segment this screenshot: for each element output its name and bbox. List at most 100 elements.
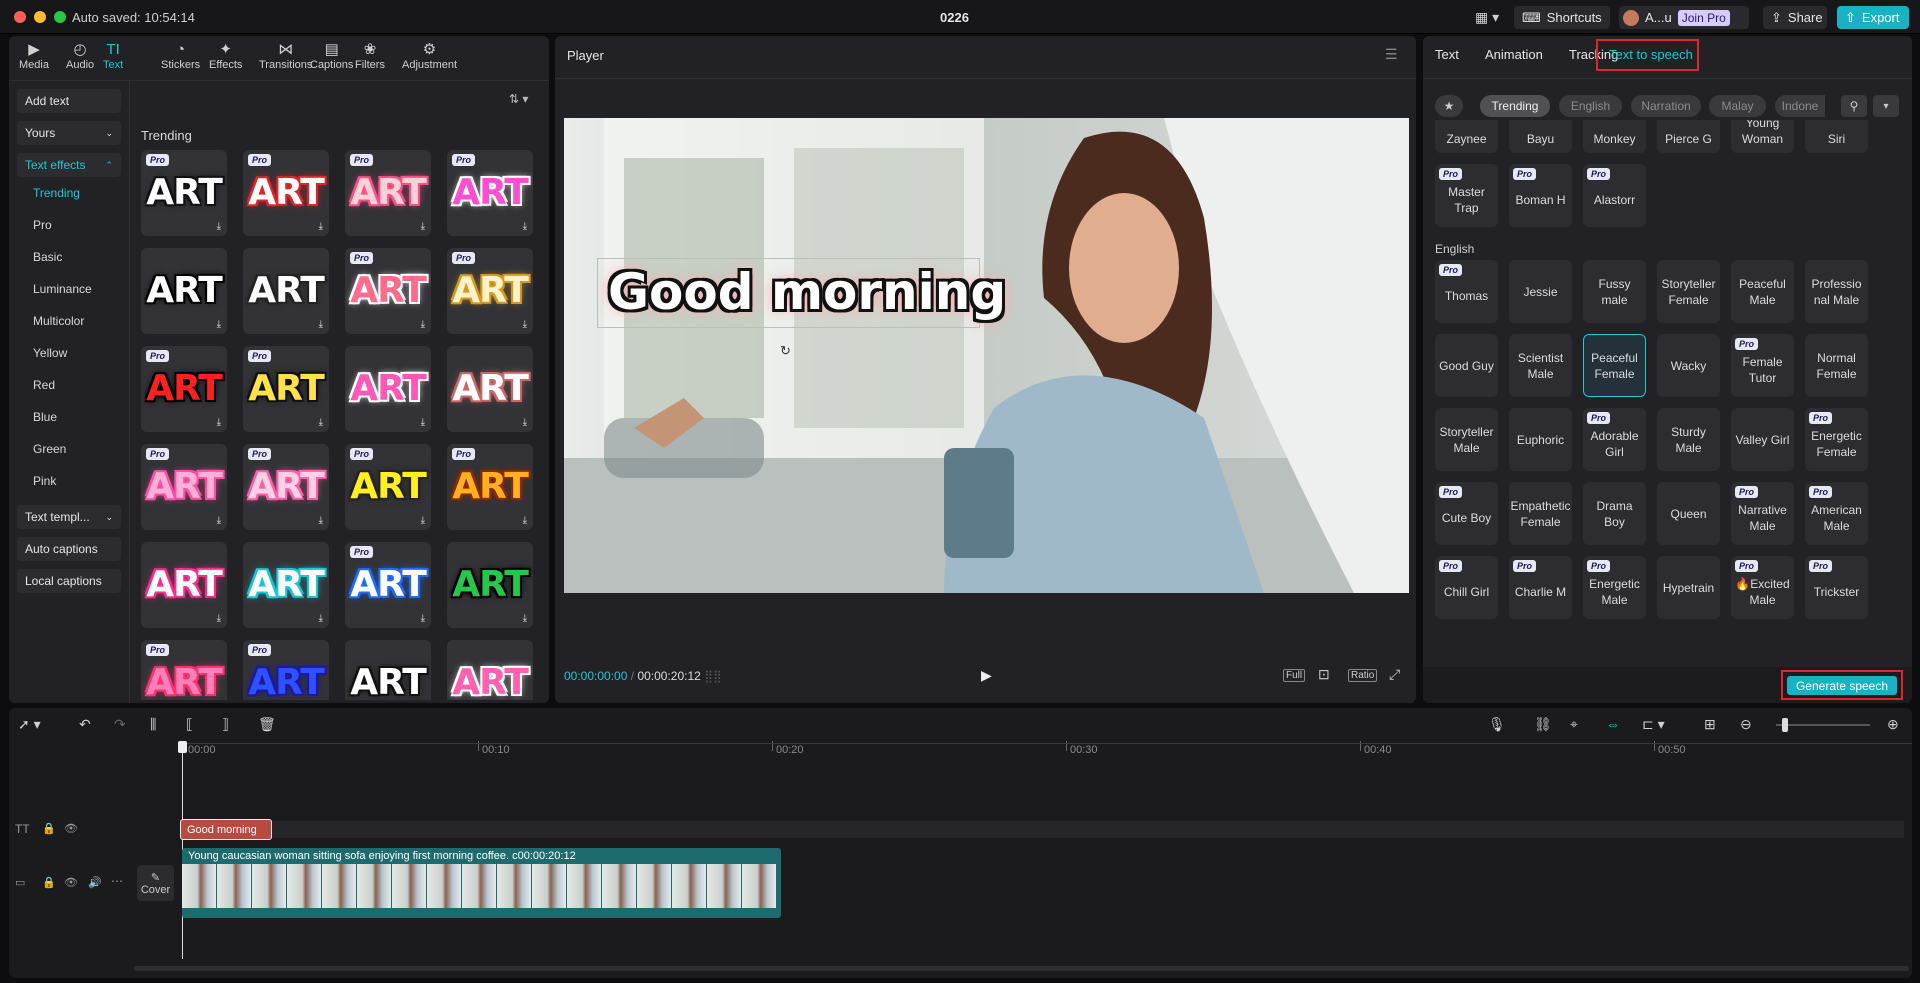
share-button[interactable]: ⇪ Share [1763,6,1827,29]
voice-tile[interactable]: Jessie [1509,260,1572,323]
text-effect-tile[interactable]: ART⤓ [141,248,227,334]
delete-icon[interactable]: 🗑 [258,716,276,733]
fullscreen-icon[interactable]: ⤢ [1389,666,1400,683]
voice-tile[interactable]: Siri [1805,120,1868,153]
voice-tile[interactable]: Valley Girl [1731,408,1794,471]
zoom-slider-handle[interactable] [1782,718,1788,732]
voice-tile[interactable]: Pro Thomas [1435,260,1498,323]
voice-tile[interactable]: Pierce G [1657,120,1720,153]
zoom-fit-icon[interactable]: ⊞ [1704,716,1716,733]
add-text-button[interactable]: Add text [17,89,121,113]
favorites-star-icon[interactable]: ★ [1435,95,1463,117]
voice-tile[interactable]: Zaynee [1435,120,1498,153]
voice-tile[interactable]: Fussy male [1583,260,1646,323]
voice-tile[interactable]: Drama Boy [1583,482,1646,545]
export-button[interactable]: ⇧ Export [1837,6,1909,29]
sort-filter-icon[interactable]: ⇅ ▾ [509,92,528,106]
effect-category-trending[interactable]: Trending [33,186,80,200]
voice-tile[interactable]: Pro Master Trap [1435,164,1498,227]
effect-category-luminance[interactable]: Luminance [33,282,92,296]
voice-tile[interactable]: Pro Charlie M [1509,556,1572,619]
voice-tile[interactable]: Normal Female [1805,334,1868,397]
effect-category-blue[interactable]: Blue [33,410,57,424]
download-icon[interactable]: ⤓ [523,319,527,330]
video-clip[interactable]: Young caucasian woman sitting sofa enjoy… [182,848,781,918]
voice-tile[interactable]: Pro 🔥Excited Male [1731,556,1794,619]
voice-tile[interactable]: Good Guy [1435,334,1498,397]
split-icon[interactable]: ⫼ [150,716,156,733]
download-icon[interactable]: ⤓ [421,515,425,526]
link-icon[interactable]: ⛓ [1534,716,1552,733]
generate-speech-button[interactable]: Generate speech [1787,676,1897,695]
tool-text[interactable]: TI Text [103,41,123,77]
voice-tile[interactable]: Peaceful Female [1583,334,1646,397]
voice-tile[interactable]: Young Woman [1731,120,1794,153]
effect-category-red[interactable]: Red [33,378,55,392]
local-captions-button[interactable]: Local captions [17,569,121,593]
voice-tile[interactable]: Pro Female Tutor [1731,334,1794,397]
download-icon[interactable]: ⤓ [523,613,527,624]
trim-left-icon[interactable]: ⟦ [186,716,193,733]
text-overlay-bounding-box[interactable]: Good morning [597,258,1006,328]
voice-chip-trending[interactable]: Trending [1480,95,1550,117]
yours-dropdown[interactable]: Yours ⌄ [17,121,121,145]
snap-icon[interactable]: ⌖ [1570,716,1578,733]
text-effect-tile[interactable]: ProART⤓ [243,444,329,530]
text-effect-tile[interactable]: ProART⤓ [345,542,431,628]
voice-tile[interactable]: Pro Trickster [1805,556,1868,619]
tool-stickers[interactable]: ◔ Stickers [161,41,200,77]
shortcuts-button[interactable]: ⌨ Shortcuts [1514,6,1610,29]
download-icon[interactable]: ⤓ [319,319,323,330]
voice-tile[interactable]: Hypetrain [1657,556,1720,619]
voice-tile[interactable]: Sturdy Male [1657,408,1720,471]
text-effect-tile[interactable]: ART⤓ [243,542,329,628]
voice-tile[interactable]: Scientist Male [1509,334,1572,397]
voice-tile[interactable]: Pro Narrative Male [1731,482,1794,545]
screenshot-icon[interactable]: ⊡ [1318,666,1330,683]
voice-tile[interactable]: Pro Energetic Male [1583,556,1646,619]
menu-icon[interactable]: ☰ [1385,46,1398,63]
close-window-button[interactable] [14,11,26,23]
voice-tile[interactable]: Pro Alastorr [1583,164,1646,227]
auto-snap-icon[interactable]: ⇔ [1606,716,1620,732]
download-icon[interactable]: ⤓ [217,417,221,428]
voice-tile[interactable]: Storyteller Female [1657,260,1720,323]
download-icon[interactable]: ⤓ [319,417,323,428]
text-overlay[interactable]: Good morning [608,263,1006,321]
microphone-icon[interactable]: 🎙 [1488,716,1506,733]
visibility-icon[interactable]: 👁 [64,876,78,889]
voice-tile[interactable]: Bayu [1509,120,1572,153]
playhead-handle[interactable] [178,741,187,753]
text-effect-tile[interactable]: ProART⤓ [345,150,431,236]
auto-captions-button[interactable]: Auto captions [17,537,121,561]
voice-tile[interactable]: Empathetic Female [1509,482,1572,545]
text-effect-tile[interactable]: ProART⤓ [141,150,227,236]
voice-chip-narration[interactable]: Narration [1631,95,1701,117]
effect-category-pro[interactable]: Pro [33,218,52,232]
text-effect-tile[interactable]: ProART⤓ [141,346,227,432]
download-icon[interactable]: ⤓ [421,417,425,428]
tool-media[interactable]: ▶ Media [19,41,49,77]
text-effect-tile[interactable]: ART⤓ [447,346,533,432]
maximize-window-button[interactable] [54,11,66,23]
full-quality-button[interactable]: Full [1283,669,1306,682]
ratio-button[interactable]: Ratio [1348,669,1378,682]
select-tool-icon[interactable]: ➚ ▾ [18,716,41,733]
download-icon[interactable]: ⤓ [217,319,221,330]
download-icon[interactable]: ⤓ [523,417,527,428]
text-effect-tile[interactable]: ProART⤓ [141,640,227,700]
minimize-window-button[interactable] [34,11,46,23]
chevron-down-icon[interactable]: ▾ [1873,95,1899,117]
zoom-out-icon[interactable]: ⊖ [1740,716,1752,733]
voice-tile[interactable]: Monkey [1583,120,1646,153]
zoom-in-icon[interactable]: ⊕ [1887,716,1899,733]
voice-chip-malay[interactable]: Malay [1709,95,1766,117]
text-effect-tile[interactable]: ART⤓ [243,248,329,334]
tool-filters[interactable]: ❀ Filters [355,41,385,77]
text-effect-tile[interactable]: ProART⤓ [345,444,431,530]
rotate-handle-icon[interactable]: ↻ [780,343,791,359]
voice-tile[interactable]: Pro American Male [1805,482,1868,545]
text-effect-tile[interactable]: ART⤓ [345,640,431,700]
effect-category-pink[interactable]: Pink [33,474,56,488]
tool-captions[interactable]: ▤ Captions [310,41,353,77]
